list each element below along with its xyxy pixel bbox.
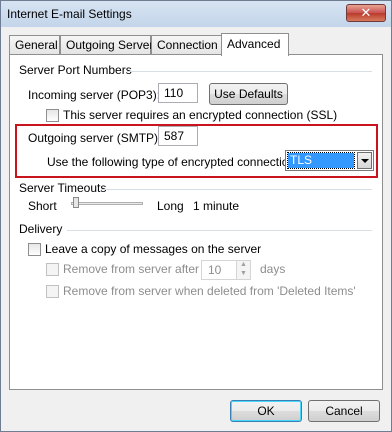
tab-outgoing-server[interactable]: Outgoing Server	[60, 35, 153, 55]
advanced-panel	[9, 54, 383, 390]
timeout-slider-track[interactable]	[71, 202, 143, 205]
delivery-heading: Delivery	[19, 222, 63, 236]
timeout-slider-thumb[interactable]	[73, 197, 79, 208]
cancel-button[interactable]: Cancel	[308, 400, 380, 422]
leave-copy-label: Leave a copy of messages on the server	[45, 242, 262, 256]
timeout-value: 1 minute	[193, 199, 240, 213]
server-timeouts-heading: Server Timeouts	[19, 181, 107, 195]
timeout-long-label: Long	[157, 199, 184, 213]
use-defaults-button[interactable]: Use Defaults	[209, 83, 288, 105]
incoming-server-label: Incoming server (POP3):	[28, 88, 161, 102]
tab-general[interactable]: General	[9, 35, 60, 55]
spin-up-icon[interactable]: ▲	[240, 261, 247, 268]
encryption-type-label: Use the following type of encrypted conn…	[47, 155, 299, 169]
outgoing-server-label: Outgoing server (SMTP):	[28, 131, 162, 145]
remove-after-days-spinner[interactable]: 10 ▲ ▼	[201, 260, 251, 280]
days-label: days	[260, 262, 286, 276]
title-bar[interactable]: Internet E-mail Settings ✕	[1, 1, 391, 27]
remove-after-checkbox[interactable]	[46, 263, 59, 276]
email-settings-dialog: Internet E-mail Settings ✕ General Outgo…	[0, 0, 392, 432]
close-button[interactable]: ✕	[346, 4, 386, 22]
chevron-down-icon[interactable]	[357, 152, 372, 169]
close-icon: ✕	[360, 5, 372, 20]
tab-advanced[interactable]: Advanced	[221, 33, 289, 56]
ssl-checkbox[interactable]	[46, 109, 59, 122]
group-divider	[67, 230, 372, 231]
leave-copy-checkbox[interactable]	[28, 243, 41, 256]
spin-down-icon[interactable]: ▼	[240, 270, 247, 277]
tab-connection[interactable]: Connection	[151, 35, 222, 55]
remove-after-label: Remove from server after	[63, 262, 200, 276]
outgoing-port-input[interactable]: 587	[158, 126, 198, 146]
encryption-type-select[interactable]: TLS	[285, 150, 374, 171]
group-divider	[101, 189, 372, 190]
timeout-short-label: Short	[28, 199, 57, 213]
ok-button[interactable]: OK	[230, 400, 302, 422]
remove-deleted-label: Remove from server when deleted from 'De…	[63, 284, 356, 298]
spinner-buttons[interactable]: ▲ ▼	[236, 261, 250, 279]
encryption-type-value: TLS	[287, 152, 355, 169]
group-divider	[127, 71, 372, 72]
incoming-port-input[interactable]: 110	[158, 83, 198, 103]
window-title: Internet E-mail Settings	[7, 7, 132, 21]
server-port-numbers-heading: Server Port Numbers	[19, 63, 132, 77]
remove-deleted-checkbox[interactable]	[46, 285, 59, 298]
ssl-label: This server requires an encrypted connec…	[63, 108, 338, 122]
remove-after-days-value: 10	[208, 263, 222, 277]
